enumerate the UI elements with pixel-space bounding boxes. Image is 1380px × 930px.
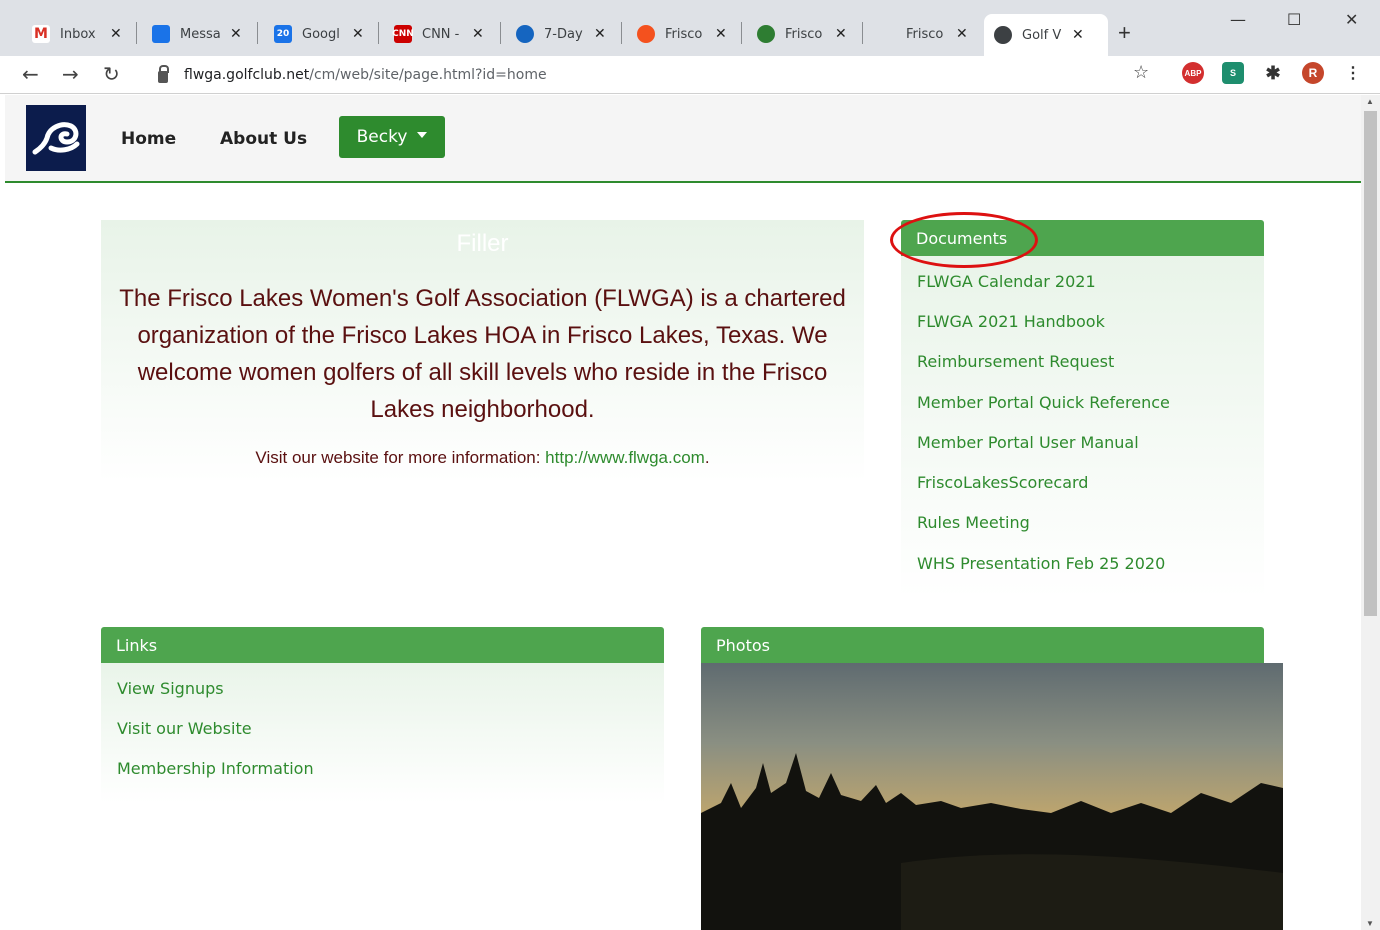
tab-cnn[interactable]: CNN CNN - ✕ xyxy=(384,14,494,54)
tab-separator xyxy=(741,22,742,44)
sun-icon xyxy=(637,25,655,43)
new-tab-button[interactable]: + xyxy=(1118,20,1131,46)
menu-icon[interactable]: ⋮ xyxy=(1342,62,1364,84)
tab-separator xyxy=(621,22,622,44)
site-header: Home About Us Becky xyxy=(5,95,1361,183)
close-icon[interactable]: ✕ xyxy=(352,26,364,42)
intro-text: The Frisco Lakes Women's Golf Associatio… xyxy=(119,285,846,423)
website-link[interactable]: http://www.flwga.com xyxy=(545,448,705,467)
tab-weather[interactable]: 7-Day ✕ xyxy=(506,14,616,54)
tab-separator xyxy=(500,22,501,44)
golf-course-photo[interactable] xyxy=(701,663,1283,930)
extension-s-icon[interactable]: S xyxy=(1222,62,1244,84)
page-scrollbar[interactable]: ▲ ▼ xyxy=(1361,95,1380,930)
calendar-icon: 20 xyxy=(274,25,292,43)
tab-frisco-1[interactable]: Frisco ✕ xyxy=(627,14,737,54)
scroll-up-arrow-icon[interactable]: ▲ xyxy=(1366,97,1374,106)
links-header: Links xyxy=(101,627,664,663)
profile-avatar[interactable]: R xyxy=(1302,62,1324,84)
bookmark-star-icon[interactable]: ☆ xyxy=(1133,62,1149,83)
maximize-button[interactable]: ☐ xyxy=(1287,10,1301,29)
document-link[interactable]: Rules Meeting xyxy=(917,513,1030,532)
close-icon[interactable]: ✕ xyxy=(1072,27,1084,43)
close-icon[interactable]: ✕ xyxy=(110,26,122,42)
tree-silhouette-image xyxy=(701,753,1283,930)
photos-header: Photos xyxy=(701,627,1264,663)
tab-frisco-2[interactable]: Frisco ✕ xyxy=(747,14,857,54)
document-link[interactable]: FLWGA 2021 Handbook xyxy=(917,312,1105,331)
address-bar: ← → ↻ flwga.golfclub.net/cm/web/site/pag… xyxy=(0,56,1380,94)
links-item[interactable]: Visit our Website xyxy=(117,719,252,738)
lock-icon xyxy=(158,65,169,83)
links-item[interactable]: Membership Information xyxy=(117,759,314,778)
close-icon[interactable]: ✕ xyxy=(472,26,484,42)
caret-down-icon xyxy=(417,132,428,138)
tab-google-calendar[interactable]: 20 Googl ✕ xyxy=(264,14,374,54)
page-content: Home About Us Becky Filler The Frisco La… xyxy=(5,95,1361,930)
document-link[interactable]: FLWGA Calendar 2021 xyxy=(917,272,1096,291)
nav-home[interactable]: Home xyxy=(121,129,176,149)
close-icon[interactable]: ✕ xyxy=(230,26,242,42)
intro-title: Filler xyxy=(456,230,509,257)
links-item[interactable]: View Signups xyxy=(117,679,224,698)
tab-messages[interactable]: Messa ✕ xyxy=(142,14,252,54)
document-link[interactable]: Reimbursement Request xyxy=(917,352,1114,371)
documents-panel: FLWGA Calendar 2021 FLWGA 2021 Handbook … xyxy=(901,256,1264,598)
intro-panel: Filler The Frisco Lakes Women's Golf Ass… xyxy=(101,220,864,482)
reload-icon[interactable]: ↻ xyxy=(103,62,120,86)
scroll-thumb[interactable] xyxy=(1364,111,1377,616)
scroll-down-arrow-icon[interactable]: ▼ xyxy=(1366,919,1374,928)
intro-visit: Visit our website for more information: … xyxy=(255,448,710,467)
tab-golf-active[interactable]: Golf V ✕ xyxy=(984,14,1108,56)
annotation-circle xyxy=(890,212,1038,268)
cnn-icon: CNN xyxy=(392,25,414,43)
minimize-button[interactable]: — xyxy=(1230,10,1246,29)
close-icon[interactable]: ✕ xyxy=(835,26,847,42)
document-link[interactable]: FriscoLakesScorecard xyxy=(917,473,1088,492)
document-link[interactable]: Member Portal User Manual xyxy=(917,433,1139,452)
document-link[interactable]: WHS Presentation Feb 25 2020 xyxy=(917,554,1165,573)
close-window-button[interactable]: ✕ xyxy=(1345,10,1358,29)
adblock-icon[interactable]: ABP xyxy=(1182,62,1204,84)
golf-icon xyxy=(757,25,775,43)
close-icon[interactable]: ✕ xyxy=(594,26,606,42)
tab-separator xyxy=(862,22,863,44)
messages-icon xyxy=(152,25,170,43)
flwga-logo[interactable] xyxy=(26,105,86,171)
tab-separator xyxy=(378,22,379,44)
links-panel: View Signups Visit our Website Membershi… xyxy=(101,663,664,803)
wave-logo-icon xyxy=(32,122,80,155)
tab-frisco-3[interactable]: Frisco ✕ xyxy=(896,14,978,54)
tab-strip: M Inbox ✕ Messa ✕ 20 Googl ✕ CNN CNN - ✕… xyxy=(0,0,1380,56)
user-menu-button[interactable]: Becky xyxy=(339,116,445,158)
forward-icon[interactable]: → xyxy=(62,62,79,86)
document-link[interactable]: Member Portal Quick Reference xyxy=(917,393,1170,412)
close-icon[interactable]: ✕ xyxy=(956,26,968,42)
close-icon[interactable]: ✕ xyxy=(715,26,727,42)
back-icon[interactable]: ← xyxy=(22,62,39,86)
extensions-puzzle-icon[interactable]: ✱ xyxy=(1262,62,1284,84)
tab-inbox[interactable]: M Inbox ✕ xyxy=(22,14,132,54)
tab-separator xyxy=(136,22,137,44)
gmail-icon: M xyxy=(32,25,50,43)
weather-icon xyxy=(516,25,534,43)
nav-about-us[interactable]: About Us xyxy=(220,129,307,149)
tab-separator xyxy=(257,22,258,44)
url-field[interactable]: flwga.golfclub.net/cm/web/site/page.html… xyxy=(146,60,1166,90)
globe-icon xyxy=(994,26,1012,44)
